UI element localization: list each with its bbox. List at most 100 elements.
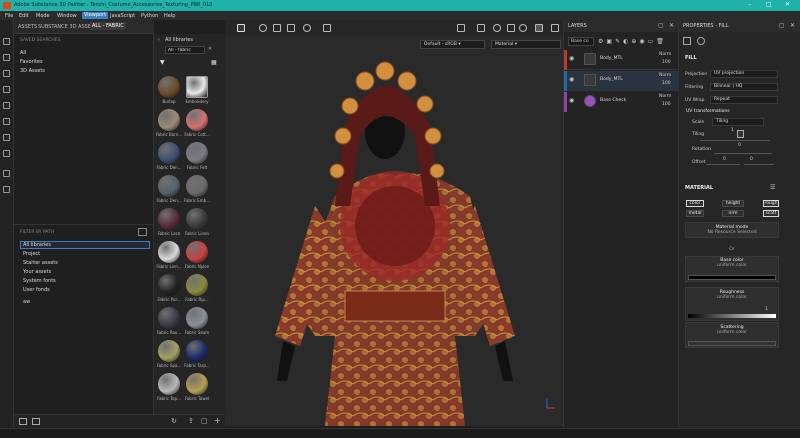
- path-footer[interactable]: aw: [23, 299, 30, 305]
- funnel-filter-icon[interactable]: ▼: [160, 59, 165, 66]
- uvwrap-dropdown[interactable]: Repeat: [710, 96, 778, 104]
- pause-icon[interactable]: [457, 24, 465, 32]
- fill-icon[interactable]: ◉: [639, 38, 644, 46]
- layer-blend-mode[interactable]: Norm: [659, 52, 671, 57]
- sphere-icon[interactable]: [519, 24, 527, 32]
- refresh-icon[interactable]: ↻: [171, 417, 177, 425]
- mask-icon[interactable]: ⚙: [598, 38, 603, 46]
- menu-edit[interactable]: Edit: [19, 13, 29, 19]
- roughness-slider[interactable]: [688, 314, 776, 318]
- symmetry-icon[interactable]: [287, 24, 295, 32]
- properties-panel-icon[interactable]: [3, 186, 10, 193]
- menu-javascript[interactable]: JavaScript: [110, 13, 135, 19]
- import-icon[interactable]: ⇪: [188, 417, 194, 425]
- 3d-viewport[interactable]: Default - sRGB ▾ Material ▾: [225, 36, 565, 426]
- channel-select[interactable]: Base co: [568, 37, 594, 46]
- projection-dropdown[interactable]: UV projection: [710, 70, 778, 78]
- menu-window[interactable]: Window: [57, 13, 77, 19]
- menu-file[interactable]: File: [5, 13, 13, 19]
- menu-mode[interactable]: Mode: [36, 13, 50, 19]
- menu-help[interactable]: Help: [164, 13, 175, 19]
- lock-icon[interactable]: [737, 130, 744, 138]
- layer-opacity[interactable]: 100: [662, 60, 671, 65]
- material-thumbnail[interactable]: [158, 76, 180, 98]
- history-icon[interactable]: [303, 24, 311, 32]
- uv-transformations-label[interactable]: UV transformations: [686, 109, 730, 114]
- path-item[interactable]: Project: [23, 251, 40, 257]
- collapse-icon[interactable]: [32, 418, 40, 425]
- layer-blend-mode[interactable]: Norm: [659, 94, 671, 99]
- layer-blend-mode[interactable]: Norm: [659, 73, 671, 78]
- layers-panel-icon[interactable]: [3, 170, 10, 177]
- view-cube-icon[interactable]: [477, 24, 485, 32]
- add-icon[interactable]: +: [214, 416, 221, 425]
- material-thumbnail[interactable]: [158, 142, 180, 164]
- clone-icon[interactable]: [3, 118, 10, 125]
- path-item[interactable]: User fonds: [23, 287, 50, 293]
- screenshot-icon[interactable]: [551, 24, 559, 32]
- material-thumbnail[interactable]: [186, 340, 208, 362]
- material-thumbnail[interactable]: [158, 307, 180, 329]
- material-thumbnail[interactable]: [158, 274, 180, 296]
- grid-icon[interactable]: [237, 24, 245, 32]
- material-thumbnail[interactable]: [186, 76, 208, 98]
- material-thumbnail[interactable]: [158, 340, 180, 362]
- path-item[interactable]: Starter assets: [23, 260, 58, 266]
- chip-metal[interactable]: metal: [686, 210, 704, 217]
- layer-row[interactable]: ◉ Body_MTL Norm 100: [564, 50, 679, 70]
- material-menu-icon[interactable]: ☰: [770, 184, 775, 191]
- material-thumbnail[interactable]: [186, 175, 208, 197]
- layer-opacity[interactable]: 100: [662, 81, 671, 86]
- folder-icon[interactable]: ▢: [201, 417, 208, 425]
- filtering-dropdown[interactable]: Bilinear | HQ: [710, 83, 778, 91]
- chip-rough[interactable]: rough: [763, 200, 779, 207]
- layer-opacity[interactable]: 100: [662, 102, 671, 107]
- float-panel-icon[interactable]: ▢: [658, 22, 664, 29]
- layer-row[interactable]: ◉ Base Check Norm 100: [564, 92, 679, 112]
- frame-icon[interactable]: [273, 24, 281, 32]
- material-thumbnail[interactable]: [186, 208, 208, 230]
- material-thumbnail[interactable]: [158, 373, 180, 395]
- eye-icon[interactable]: ◉: [569, 97, 574, 104]
- path-item[interactable]: Your assets: [23, 269, 51, 275]
- chip-height[interactable]: height: [722, 200, 744, 207]
- path-item[interactable]: All libraries: [23, 242, 51, 248]
- material-thumbnail[interactable]: [186, 109, 208, 131]
- scale-dropdown[interactable]: Tiling: [712, 118, 764, 126]
- search-input[interactable]: [165, 46, 205, 54]
- material-thumbnail[interactable]: [186, 241, 208, 263]
- material-mode-box[interactable]: Material mode No Resource Selected: [685, 222, 779, 238]
- layer-row[interactable]: ◉ Body_MTL Norm 100: [564, 71, 679, 91]
- camera-settings-icon[interactable]: [323, 24, 331, 32]
- toggle-icon[interactable]: [507, 24, 515, 32]
- tab-substance-assets[interactable]: SUBSTANCE 3D ASSETS: [38, 24, 97, 30]
- clear-search-icon[interactable]: ✕: [208, 46, 212, 52]
- close-panel-icon[interactable]: ✕: [669, 22, 674, 29]
- material-thumbnail[interactable]: [158, 241, 180, 263]
- menu-python[interactable]: Python: [141, 13, 158, 19]
- layout-icon[interactable]: [19, 418, 27, 425]
- material-props-icon[interactable]: [697, 37, 705, 45]
- scattering-swatch[interactable]: [688, 341, 776, 346]
- path-item[interactable]: System fonts: [23, 278, 56, 284]
- material-thumbnail[interactable]: [158, 109, 180, 131]
- polygon-fill-icon[interactable]: [3, 150, 10, 157]
- paint-layer-icon[interactable]: ⊕: [631, 38, 636, 46]
- picker-icon[interactable]: [3, 134, 10, 141]
- eye-icon[interactable]: ◉: [569, 76, 574, 83]
- camera-orbit-icon[interactable]: [259, 24, 267, 32]
- environment-icon[interactable]: [493, 24, 501, 32]
- chip-nrm[interactable]: nrm: [722, 210, 744, 217]
- grid-view-icon[interactable]: ▦: [211, 59, 217, 66]
- material-thumbnail[interactable]: [186, 307, 208, 329]
- group-folder-icon[interactable]: ▭: [648, 38, 654, 46]
- close-icon[interactable]: ✕: [785, 1, 790, 8]
- minimize-icon[interactable]: –: [748, 1, 751, 8]
- eraser-icon[interactable]: [3, 54, 10, 61]
- geometry-fill-icon[interactable]: [3, 86, 10, 93]
- material-thumbnail[interactable]: [186, 142, 208, 164]
- eye-icon[interactable]: ◉: [569, 55, 574, 62]
- tab-assets[interactable]: ASSETS: [18, 24, 37, 30]
- chip-color[interactable]: color: [686, 200, 704, 207]
- material-thumbnail[interactable]: [186, 373, 208, 395]
